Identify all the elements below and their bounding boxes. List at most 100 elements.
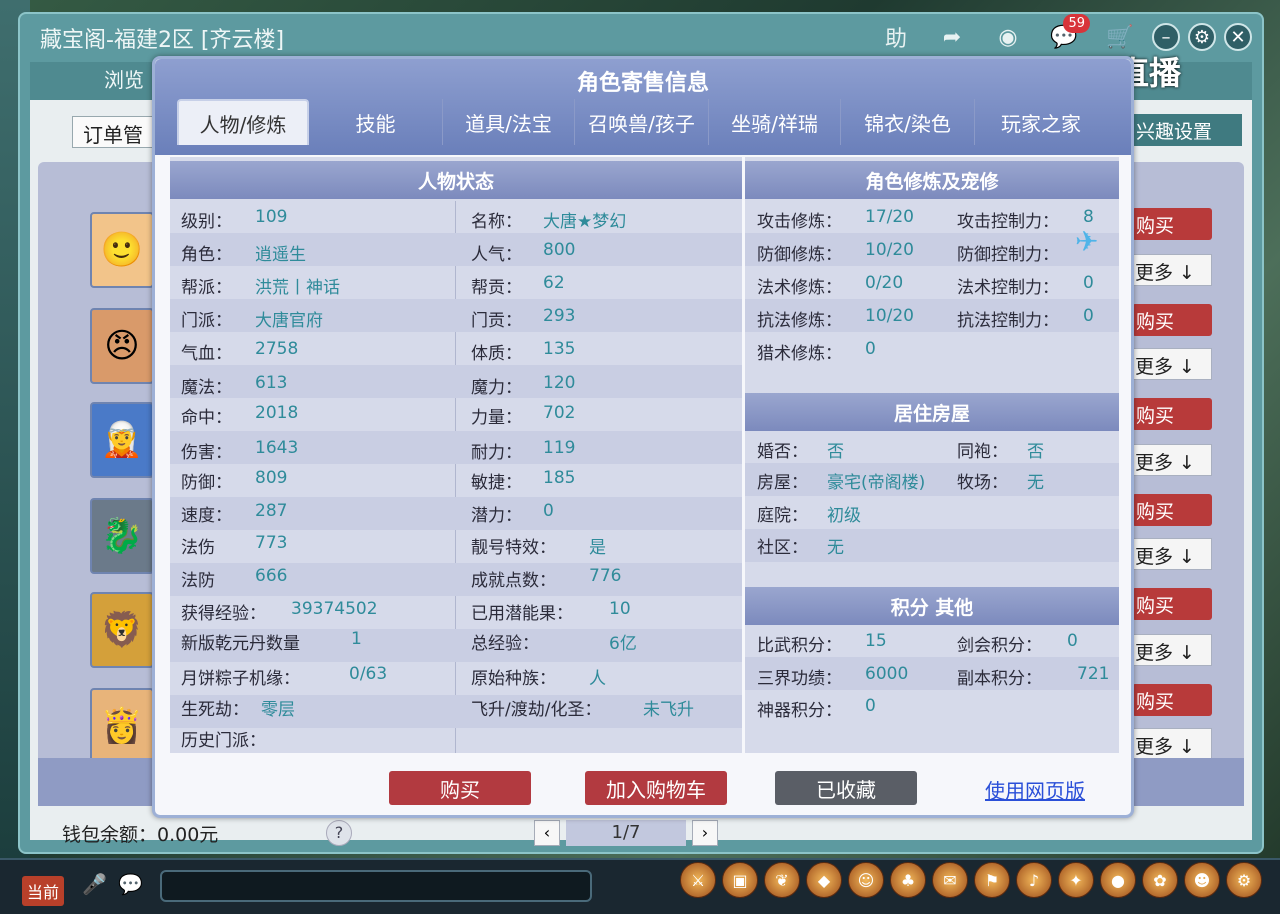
chest-icon[interactable]: ▣ bbox=[722, 862, 758, 898]
chat-bubble-icon[interactable]: 💬 bbox=[118, 872, 143, 896]
status-value: 逍遥生 bbox=[255, 245, 306, 265]
tab-items[interactable]: 道具/法宝 bbox=[443, 99, 575, 145]
status-label: 帮贡： bbox=[471, 278, 522, 298]
system-icon[interactable]: ⚙ bbox=[1226, 862, 1262, 898]
practice-value: 10/20 bbox=[865, 240, 914, 260]
person-icon[interactable]: ☺ bbox=[848, 862, 884, 898]
status-row: 原始种族： 人 bbox=[471, 664, 606, 689]
flag-icon[interactable]: ⚑ bbox=[974, 862, 1010, 898]
status-value: 776 bbox=[589, 566, 622, 586]
horn-icon[interactable]: ♪ bbox=[1016, 862, 1052, 898]
buy-side-button[interactable]: 购买 bbox=[1132, 588, 1212, 620]
pager: ‹ 1/7 › bbox=[534, 820, 718, 846]
status-label: 速度： bbox=[181, 506, 232, 526]
points-label: 三界功绩： bbox=[757, 669, 842, 689]
buy-side-button[interactable]: 购买 bbox=[1132, 208, 1212, 240]
status-row: 气血： 2758 bbox=[181, 339, 298, 364]
prev-page-button[interactable]: ‹ bbox=[534, 820, 560, 846]
avatar[interactable]: 🙂 bbox=[90, 212, 154, 288]
avatar[interactable]: 👸 bbox=[90, 688, 154, 764]
more-side-button[interactable]: 更多 ↓ bbox=[1132, 538, 1212, 570]
add-to-cart-button[interactable]: 加入购物车 bbox=[585, 771, 727, 805]
buy-button[interactable]: 购买 bbox=[389, 771, 531, 805]
saved-button[interactable]: 已收藏 bbox=[775, 771, 917, 805]
status-row: 总经验： 6亿 bbox=[471, 629, 637, 654]
house-value: 初级 bbox=[827, 506, 861, 526]
tab-mounts[interactable]: 坐骑/祥瑞 bbox=[709, 99, 841, 145]
points-header: 积分 其他 bbox=[745, 587, 1119, 625]
points-row: 剑会积分： 0 bbox=[957, 631, 1078, 656]
shell-icon[interactable]: ✿ bbox=[1142, 862, 1178, 898]
buy-side-button[interactable]: 购买 bbox=[1132, 304, 1212, 336]
tab-pets[interactable]: 召唤兽/孩子 bbox=[575, 99, 709, 145]
current-channel-button[interactable]: 当前 bbox=[22, 876, 65, 906]
buy-side-button[interactable]: 购买 bbox=[1132, 684, 1212, 716]
scroll-icon[interactable]: ✉ bbox=[932, 862, 968, 898]
record-icon[interactable]: ◉ bbox=[984, 20, 1032, 54]
help-icon[interactable]: 助 bbox=[872, 20, 920, 54]
wallet-balance: 钱包余额：0.00元 bbox=[62, 824, 219, 846]
status-row: 速度： 287 bbox=[181, 501, 287, 526]
share-icon[interactable]: ➦ bbox=[928, 20, 976, 54]
web-version-link[interactable]: 使用网页版 bbox=[985, 775, 1085, 804]
status-label: 耐力： bbox=[471, 443, 522, 463]
tab-outfits[interactable]: 锦衣/染色 bbox=[841, 99, 975, 145]
avatar[interactable]: 😠 bbox=[90, 308, 154, 384]
status-label: 门派： bbox=[181, 311, 232, 331]
status-value: 1 bbox=[351, 629, 362, 649]
status-row: 敏捷： 185 bbox=[471, 468, 575, 493]
order-manage-button[interactable]: 订单管 bbox=[72, 116, 162, 148]
game-toolbar: ⚔ ▣ ❦ ◆ ☺ ♣ ✉ ⚑ ♪ ✦ ● ✿ ☻ ⚙ bbox=[680, 862, 1262, 898]
points-label: 剑会积分： bbox=[957, 636, 1042, 656]
points-value: 15 bbox=[865, 631, 887, 651]
tab-character[interactable]: 人物/修炼 bbox=[177, 99, 309, 145]
team-icon[interactable]: ♣ bbox=[890, 862, 926, 898]
interest-settings-button[interactable]: 兴趣设置 bbox=[1130, 114, 1242, 146]
sword-icon[interactable]: ⚔ bbox=[680, 862, 716, 898]
house-label: 社区： bbox=[757, 538, 808, 558]
practice-label: 抗法修炼： bbox=[757, 311, 842, 331]
practice-label: 防御控制力： bbox=[957, 245, 1059, 265]
status-value: 109 bbox=[255, 207, 288, 227]
chat-input[interactable] bbox=[160, 870, 592, 902]
buy-side-button[interactable]: 购买 bbox=[1132, 398, 1212, 430]
status-row: 命中： 2018 bbox=[181, 403, 298, 428]
peach-icon[interactable]: ● bbox=[1100, 862, 1136, 898]
more-side-button[interactable]: 更多 ↓ bbox=[1132, 728, 1212, 760]
points-value: 0 bbox=[1067, 631, 1078, 651]
more-side-button[interactable]: 更多 ↓ bbox=[1132, 348, 1212, 380]
points-row: 神器积分： 0 bbox=[757, 696, 876, 721]
more-side-button[interactable]: 更多 ↓ bbox=[1132, 444, 1212, 476]
practice-label: 法术控制力： bbox=[957, 278, 1059, 298]
status-value: 773 bbox=[255, 533, 288, 553]
avatar[interactable]: 🐉 bbox=[90, 498, 154, 574]
practice-label: 法术修炼： bbox=[757, 278, 842, 298]
more-side-button[interactable]: 更多 ↓ bbox=[1132, 254, 1212, 286]
status-row: 力量： 702 bbox=[471, 403, 575, 428]
next-page-button[interactable]: › bbox=[692, 820, 718, 846]
status-value: 62 bbox=[543, 273, 565, 293]
settings-icon[interactable]: ⚙ bbox=[1188, 23, 1216, 51]
status-row: 名称： 大唐★梦幻 bbox=[471, 207, 626, 232]
leaf-icon[interactable]: ❦ bbox=[764, 862, 800, 898]
practice-header: 角色修炼及宠修 bbox=[745, 161, 1119, 199]
house-label: 庭院： bbox=[757, 506, 808, 526]
house-value: 无 bbox=[827, 538, 844, 558]
more-side-button[interactable]: 更多 ↓ bbox=[1132, 634, 1212, 666]
minimize-icon[interactable]: – bbox=[1152, 23, 1180, 51]
smile-icon[interactable]: ☻ bbox=[1184, 862, 1220, 898]
avatar[interactable]: 🧝 bbox=[90, 402, 154, 478]
status-label: 人气： bbox=[471, 245, 522, 265]
buy-side-button[interactable]: 购买 bbox=[1132, 494, 1212, 526]
question-icon[interactable]: ? bbox=[326, 820, 352, 846]
avatar[interactable]: 🦁 bbox=[90, 592, 154, 668]
mic-icon[interactable]: 🎤 bbox=[82, 872, 107, 896]
status-row: 魔力： 120 bbox=[471, 373, 575, 398]
bag-icon[interactable]: ◆ bbox=[806, 862, 842, 898]
map-icon[interactable]: ✦ bbox=[1058, 862, 1094, 898]
house-row: 社区： 无 bbox=[757, 533, 844, 558]
tab-home[interactable]: 玩家之家 bbox=[975, 99, 1107, 145]
tab-skills[interactable]: 技能 bbox=[309, 99, 443, 145]
nav-browse[interactable]: 浏览 bbox=[104, 64, 144, 93]
close-icon[interactable]: ✕ bbox=[1224, 23, 1252, 51]
